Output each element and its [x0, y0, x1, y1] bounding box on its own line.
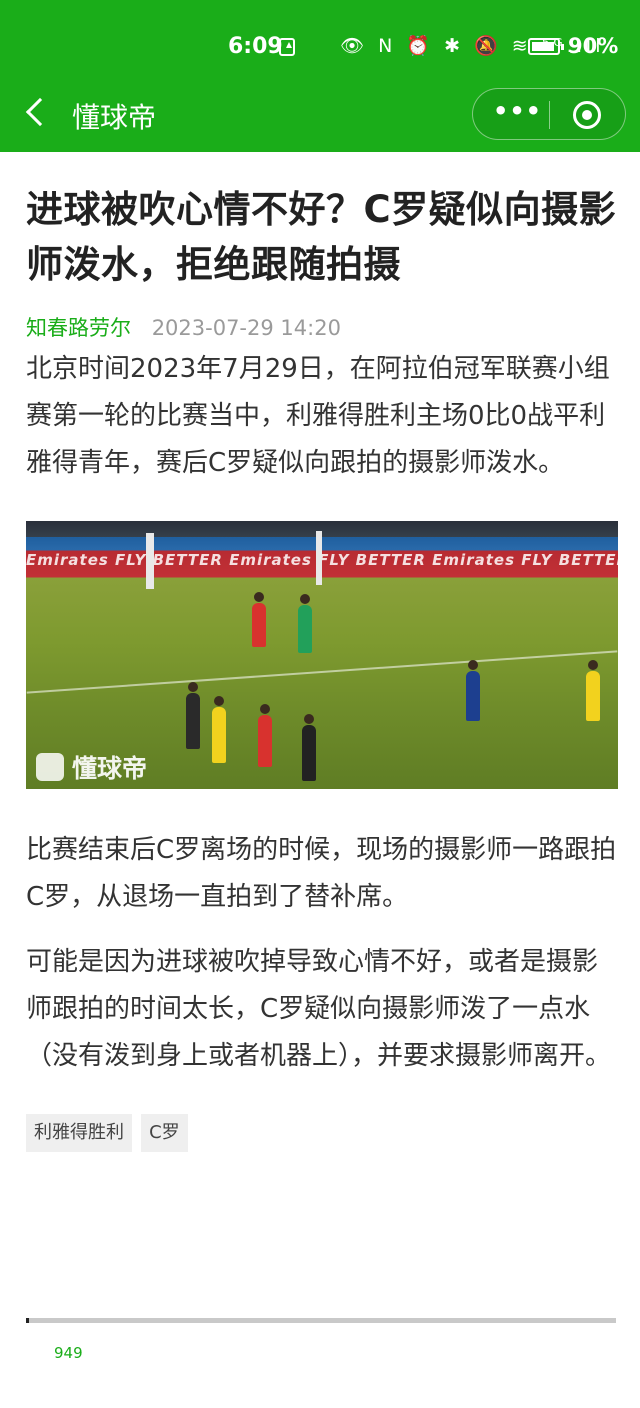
player-figure	[466, 660, 480, 721]
player-figure	[586, 660, 600, 721]
tag-item[interactable]: 利雅得胜利	[26, 1114, 132, 1152]
goal-post	[146, 533, 154, 589]
article-meta: 知春路劳尔 2023-07-29 14:20	[26, 312, 618, 342]
back-icon[interactable]	[25, 97, 55, 127]
battery-fill	[532, 42, 554, 51]
upload-icon	[279, 38, 295, 56]
player-figure	[186, 682, 200, 749]
video-progress-bar[interactable]	[26, 1318, 616, 1323]
paragraph-3: 可能是因为进球被吹掉导致心情不好，或者是摄影师跟拍的时间太长，C罗疑似向摄影师泼…	[26, 947, 612, 1071]
read-count: 949	[54, 1344, 83, 1362]
player-figure	[252, 592, 266, 647]
miniprogram-capsule: •••	[472, 88, 626, 140]
pitch-line	[26, 650, 618, 694]
status-bar: 6:09 👁 N ⏰ ✱ 🔕 ≋ ⁵ᴳ.ıll 90%	[0, 0, 640, 92]
image-watermark: 懂球帝	[72, 754, 148, 783]
status-time: 6:09	[228, 34, 283, 59]
battery-percent: 90%	[568, 34, 619, 58]
battery-icon	[528, 38, 564, 55]
tag-list: 利雅得胜利 C罗	[26, 1114, 618, 1154]
article-image[interactable]: Emirates FLY BETTER Emirates FLY BETTER …	[26, 521, 618, 789]
publish-date: 2023-07-29 14:20	[151, 316, 341, 340]
player-figure	[258, 704, 272, 767]
tag-item[interactable]: C罗	[141, 1114, 188, 1152]
goal-post	[316, 531, 322, 585]
dongqiudi-logo-icon	[36, 753, 64, 781]
nav-bar: 懂球帝 •••	[0, 86, 640, 144]
capsule-divider	[549, 101, 550, 129]
more-icon[interactable]: •••	[493, 99, 541, 125]
author-link[interactable]: 知春路劳尔	[26, 316, 131, 340]
player-figure	[212, 696, 226, 763]
stadium-banner-text: Emirates FLY BETTER Emirates FLY BETTER …	[26, 551, 618, 569]
player-figure	[302, 714, 316, 781]
header: 6:09 👁 N ⏰ ✱ 🔕 ≋ ⁵ᴳ.ıll 90% 懂球帝 •••	[0, 0, 640, 152]
player-figure	[298, 594, 312, 653]
page-title: 懂球帝	[72, 101, 157, 134]
close-miniprogram-icon[interactable]	[573, 101, 601, 129]
bottom-bar: 949	[0, 1324, 640, 1408]
article-title: 进球被吹心情不好？C罗疑似向摄影师泼水，拒绝跟随拍摄	[26, 188, 617, 286]
article: 进球被吹心情不好？C罗疑似向摄影师泼水，拒绝跟随拍摄 知春路劳尔 2023-07…	[26, 152, 618, 1154]
status-icons: 👁 N ⏰ ✱ 🔕 ≋ ⁵ᴳ.ıll	[340, 35, 605, 57]
paragraph-2: 比赛结束后C罗离场的时候，现场的摄影师一路跟拍C罗，从退场一直拍到了替补席。	[26, 835, 617, 912]
paragraph-1: 北京时间2023年7月29日，在阿拉伯冠军联赛小组赛第一轮的比赛当中，利雅得胜利…	[26, 354, 610, 478]
